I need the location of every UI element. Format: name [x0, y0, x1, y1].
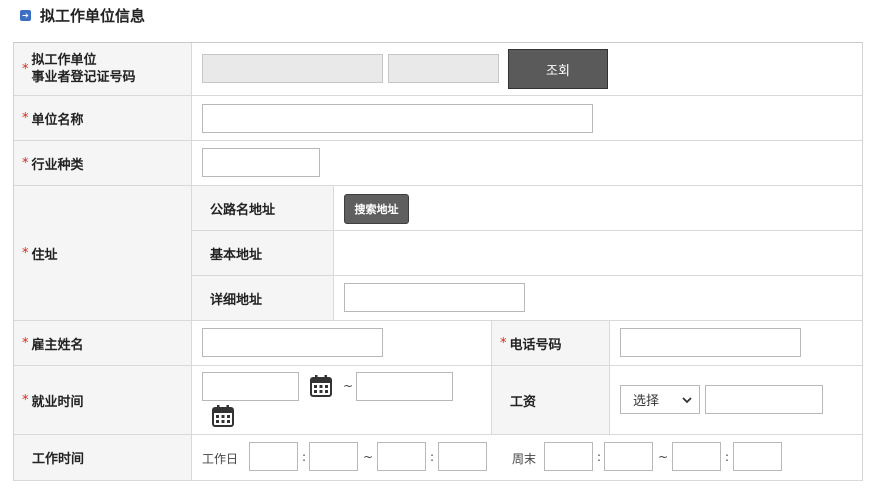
wage-type-selected: 选择: [633, 394, 660, 409]
weekday-end-minute-input[interactable]: [438, 442, 487, 471]
wage-label: 工资: [492, 366, 610, 435]
company-name-field: [192, 96, 862, 141]
detail-address-input[interactable]: [344, 283, 525, 312]
phone-label: * 电话号码: [492, 321, 610, 366]
tilde-separator: ~: [658, 450, 669, 464]
weekday-label: 工作日: [202, 452, 239, 466]
phone-field: [610, 321, 862, 366]
arrow-right-icon: ➔: [20, 10, 31, 21]
weekend-end-hour-input[interactable]: [672, 442, 721, 471]
work-hours-label: 工作时间: [14, 435, 192, 481]
wage-amount-input[interactable]: [705, 385, 823, 414]
detail-address-label: 详细地址: [192, 276, 334, 321]
employer-name-label: * 雇主姓名: [14, 321, 192, 366]
tilde-separator: ~: [363, 450, 374, 464]
reg-no-input-2[interactable]: [388, 54, 499, 83]
weekday-end-hour-input[interactable]: [377, 442, 426, 471]
search-button[interactable]: 조회: [508, 49, 608, 89]
industry-field: [192, 141, 862, 186]
phone-label-text: 电话号码: [509, 337, 562, 353]
section-title: 拟工作单位信息: [40, 7, 146, 25]
employer-name-input[interactable]: [202, 328, 383, 357]
calendar-icon[interactable]: [211, 404, 235, 428]
required-mark: *: [22, 155, 29, 171]
section-header: ➔ 拟工作单位信息: [20, 5, 145, 26]
calendar-icon[interactable]: [309, 374, 333, 398]
end-date-input[interactable]: [356, 372, 453, 401]
required-mark: *: [22, 245, 29, 261]
weekend-start-hour-input[interactable]: [544, 442, 593, 471]
phone-input[interactable]: [620, 328, 801, 357]
weekend-label: 周末: [512, 452, 537, 466]
address-label: * 住址: [14, 186, 192, 321]
employment-period-label: * 就业时间: [14, 366, 192, 435]
required-mark: *: [22, 335, 29, 351]
colon-separator: :: [302, 450, 307, 464]
work-hours-label-text: 工作时间: [32, 452, 85, 467]
wage-field: 选择: [610, 366, 862, 435]
colon-separator: :: [597, 450, 602, 464]
chevron-down-icon: [682, 397, 692, 404]
detail-address-field: [334, 276, 862, 321]
reg-no-label-line2: 事业者登记证号码: [31, 70, 136, 85]
company-name-label: * 单位名称: [14, 96, 192, 141]
reg-no-input-1[interactable]: [202, 54, 383, 83]
address-label-text: 住址: [31, 247, 58, 263]
reg-no-field: 조회: [192, 43, 862, 96]
weekend-end-minute-input[interactable]: [733, 442, 782, 471]
reg-no-label: * 拟工作单位 事业者登记证号码: [14, 43, 192, 96]
employment-period-field: ~: [192, 366, 492, 435]
company-name-input[interactable]: [202, 104, 593, 133]
required-mark: *: [22, 392, 29, 408]
road-address-label: 公路名地址: [192, 186, 334, 231]
industry-label: * 行业种类: [14, 141, 192, 186]
weekday-start-minute-input[interactable]: [309, 442, 358, 471]
basic-address-label: 基本地址: [192, 231, 334, 276]
start-date-input[interactable]: [202, 372, 299, 401]
employer-name-field: [192, 321, 492, 366]
weekday-start-hour-input[interactable]: [249, 442, 298, 471]
industry-input[interactable]: [202, 148, 320, 177]
required-mark: *: [22, 110, 29, 126]
required-mark: *: [22, 61, 29, 77]
employment-period-label-text: 就业时间: [31, 394, 84, 410]
work-hours-field: 工作日 : ~ : 周末 : ~ :: [192, 435, 862, 481]
industry-label-text: 行业种类: [31, 157, 84, 173]
wage-type-select[interactable]: 选择: [620, 385, 700, 414]
employer-name-label-text: 雇主姓名: [31, 337, 84, 353]
weekend-start-minute-input[interactable]: [604, 442, 653, 471]
colon-separator: :: [725, 450, 730, 464]
company-name-label-text: 单位名称: [31, 112, 84, 128]
employer-info-form: * 拟工作单位 事业者登记证号码 조회 * 单位名称 * 行业种类 * 住址 公…: [13, 42, 863, 481]
date-range-tilde: ~: [343, 379, 354, 393]
required-mark: *: [500, 335, 507, 351]
reg-no-label-line1: 拟工作单位: [31, 53, 97, 68]
basic-address-value: [334, 231, 862, 276]
road-address-field: 搜索地址: [334, 186, 862, 231]
colon-separator: :: [430, 450, 435, 464]
search-address-button[interactable]: 搜索地址: [344, 194, 409, 224]
